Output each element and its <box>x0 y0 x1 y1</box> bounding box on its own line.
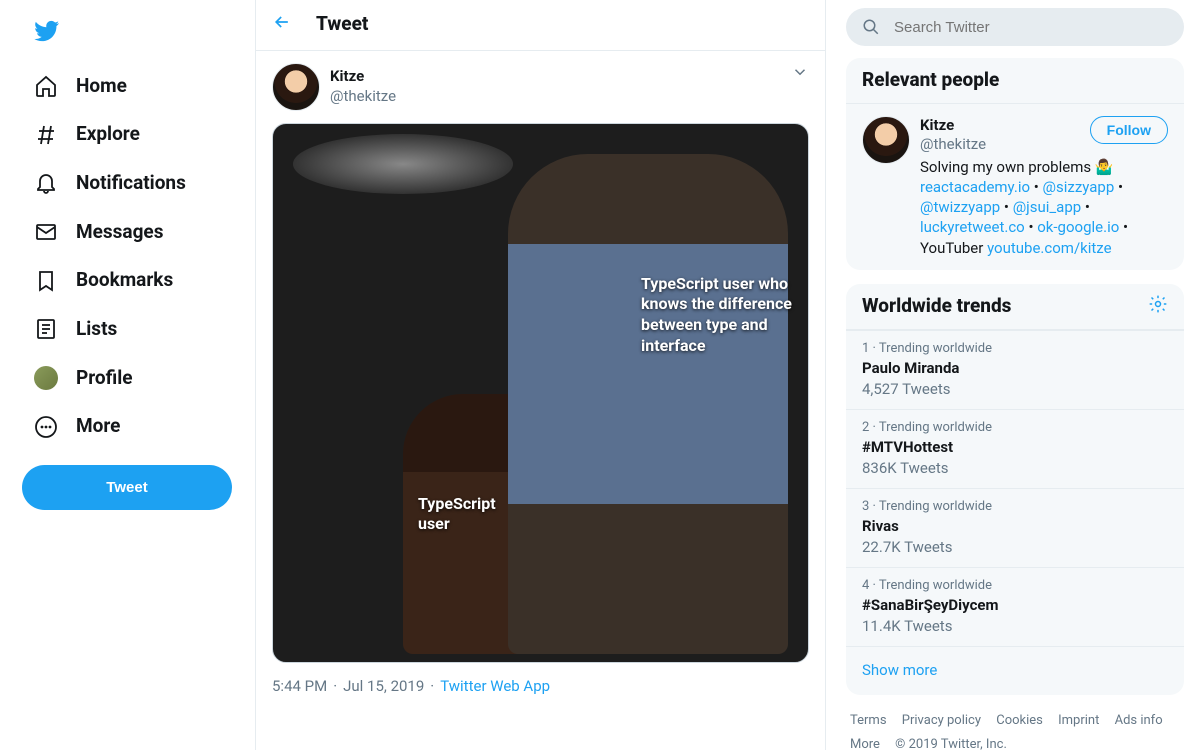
author-name[interactable]: Kitze <box>330 67 396 87</box>
person-handle[interactable]: @thekitze <box>920 135 986 155</box>
trend-item[interactable]: 3 · Trending worldwideRivas22.7K Tweets <box>846 488 1184 567</box>
tweet-caret-icon[interactable] <box>791 63 809 87</box>
search-box[interactable] <box>846 8 1184 46</box>
nav-profile[interactable]: Profile <box>22 354 225 403</box>
trend-context: 1 · Trending worldwide <box>862 341 1168 358</box>
compose-tweet-button[interactable]: Tweet <box>22 465 232 510</box>
nav-label: Explore <box>76 122 140 147</box>
trend-count: 11.4K Tweets <box>862 617 1168 637</box>
trend-topic: #SanaBirŞeyDiycem <box>862 596 1168 616</box>
relevant-people-card: Relevant people Kitze @thekitze Follow S… <box>846 58 1184 270</box>
show-more-link[interactable]: Show more <box>846 646 1184 695</box>
trend-context: 2 · Trending worldwide <box>862 420 1168 437</box>
trend-count: 4,527 Tweets <box>862 380 1168 400</box>
search-input[interactable] <box>894 19 1168 36</box>
footer-copyright: © 2019 Twitter, Inc. <box>895 737 1007 750</box>
trend-count: 836K Tweets <box>862 459 1168 479</box>
nav-messages[interactable]: Messages <box>22 208 225 257</box>
person-avatar[interactable] <box>862 116 910 164</box>
trend-topic: #MTVHottest <box>862 438 1168 458</box>
meme-caption-left: TypeScript user <box>418 494 518 536</box>
settings-gear-icon[interactable] <box>1148 294 1168 320</box>
tweet-time[interactable]: 5:44 PM <box>272 677 327 697</box>
bio-link[interactable]: @sizzyapp <box>1043 178 1115 196</box>
tweet-image[interactable]: TypeScript user TypeScript user who know… <box>272 123 809 663</box>
bio-link[interactable]: luckyretweet.co <box>920 218 1025 236</box>
nav-more[interactable]: More <box>22 402 225 451</box>
tweet-date[interactable]: Jul 15, 2019 <box>343 677 424 697</box>
bio-link[interactable]: @jsui_app <box>1013 198 1082 216</box>
nav-label: Lists <box>76 317 117 342</box>
meme-caption-right: TypeScript user who knows the difference… <box>641 274 796 357</box>
bio-link[interactable]: @twizzyapp <box>920 198 1000 216</box>
page-title: Tweet <box>316 12 368 37</box>
author-avatar[interactable] <box>272 63 320 111</box>
footer-link[interactable]: Imprint <box>1058 713 1099 728</box>
back-arrow-icon[interactable] <box>272 12 292 38</box>
trend-count: 22.7K Tweets <box>862 538 1168 558</box>
footer: Terms Privacy policy Cookies Imprint Ads… <box>846 709 1184 750</box>
trends-heading: Worldwide trends <box>862 294 1011 319</box>
nav-lists[interactable]: Lists <box>22 305 225 354</box>
bio-link[interactable]: reactacademy.io <box>920 178 1030 196</box>
nav-label: Notifications <box>76 171 186 196</box>
trend-item[interactable]: 1 · Trending worldwidePaulo Miranda4,527… <box>846 330 1184 409</box>
nav-notifications[interactable]: Notifications <box>22 159 225 208</box>
search-icon <box>862 18 880 36</box>
nav-explore[interactable]: Explore <box>22 110 225 159</box>
nav-bookmarks[interactable]: Bookmarks <box>22 256 225 305</box>
bio-link[interactable]: ok-google.io <box>1037 218 1119 236</box>
author-handle[interactable]: @thekitze <box>330 87 396 107</box>
twitter-logo-icon[interactable] <box>22 8 225 62</box>
relevant-heading: Relevant people <box>862 68 999 93</box>
footer-link[interactable]: Ads info <box>1115 713 1163 728</box>
trends-card: Worldwide trends 1 · Trending worldwideP… <box>846 284 1184 695</box>
person-bio: Solving my own problems 🤷‍♂️ reactacadem… <box>920 157 1168 258</box>
nav-home[interactable]: Home <box>22 62 225 111</box>
follow-button[interactable]: Follow <box>1090 116 1168 144</box>
tweet-detail: Kitze @thekitze TypeScript user TypeScri… <box>256 51 825 709</box>
person-name[interactable]: Kitze <box>920 116 986 136</box>
trend-topic: Paulo Miranda <box>862 359 1168 379</box>
bio-link[interactable]: youtube.com/kitze <box>987 239 1112 257</box>
footer-link[interactable]: Privacy policy <box>902 713 981 728</box>
trend-context: 4 · Trending worldwide <box>862 578 1168 595</box>
tweet-metadata: 5:44 PM· Jul 15, 2019· Twitter Web App <box>272 677 809 697</box>
trend-topic: Rivas <box>862 517 1168 537</box>
footer-link[interactable]: Terms <box>850 713 887 728</box>
footer-link[interactable]: More <box>850 737 883 750</box>
relevant-person[interactable]: Kitze @thekitze Follow Solving my own pr… <box>846 104 1184 270</box>
trend-context: 3 · Trending worldwide <box>862 499 1168 516</box>
tweet-source[interactable]: Twitter Web App <box>440 677 550 697</box>
nav-label: Bookmarks <box>76 268 173 293</box>
footer-link[interactable]: Cookies <box>996 713 1043 728</box>
nav-label: Home <box>76 74 127 99</box>
trend-item[interactable]: 4 · Trending worldwide#SanaBirŞeyDiycem1… <box>846 567 1184 646</box>
trend-item[interactable]: 2 · Trending worldwide#MTVHottest836K Tw… <box>846 409 1184 488</box>
nav-label: Profile <box>76 366 133 391</box>
nav-label: Messages <box>76 220 163 245</box>
profile-avatar-icon <box>34 366 58 390</box>
nav-label: More <box>76 414 120 439</box>
